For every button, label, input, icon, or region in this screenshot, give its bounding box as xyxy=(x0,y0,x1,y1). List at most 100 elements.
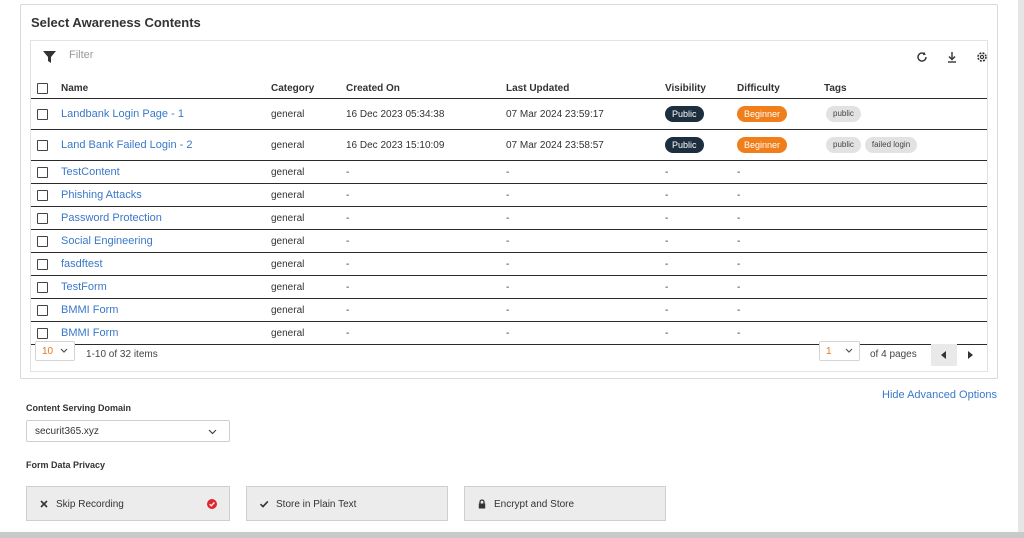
page-size-select[interactable]: 10 xyxy=(35,341,75,361)
table-row[interactable]: Landbank Login Page - 1 general 16 Dec 202… xyxy=(31,99,987,130)
chevron-down-icon xyxy=(845,348,853,353)
last-updated-cell: 07 Mar 2024 23:59:17 xyxy=(506,108,604,120)
scrollbar-track[interactable] xyxy=(1018,0,1024,538)
table-row[interactable]: TestContent general - - - - xyxy=(31,161,987,184)
difficulty-cell: - xyxy=(737,281,741,293)
column-category[interactable]: Category xyxy=(271,79,314,98)
created-on-cell: - xyxy=(346,212,350,224)
table-row[interactable]: TestForm general - - - - xyxy=(31,276,987,299)
content-name-link[interactable]: TestContent xyxy=(61,166,120,178)
tag-chip: failed login xyxy=(864,137,918,153)
row-checkbox[interactable] xyxy=(37,139,48,151)
row-checkbox[interactable] xyxy=(37,235,48,247)
download-icon[interactable] xyxy=(945,50,959,64)
row-checkbox[interactable] xyxy=(37,258,48,270)
content-name-link[interactable]: TestForm xyxy=(61,281,107,293)
grid-toolbar: Filter xyxy=(31,41,987,73)
difficulty-badge: Beginner xyxy=(737,137,788,153)
visibility-cell: - xyxy=(665,235,669,247)
table-row[interactable]: fasdftest general - - - - xyxy=(31,253,987,276)
skip-recording-option[interactable]: Skip Recording xyxy=(26,486,230,521)
settings-icon[interactable] xyxy=(975,50,989,64)
category-cell: general xyxy=(271,304,305,316)
content-name-link[interactable]: Landbank Login Page - 1 xyxy=(61,108,184,120)
category-cell: general xyxy=(271,166,305,178)
column-difficulty[interactable]: Difficulty xyxy=(737,79,780,98)
row-checkbox[interactable] xyxy=(37,189,48,201)
card-title: Select Awareness Contents xyxy=(31,15,201,30)
caret-left-icon xyxy=(941,351,946,359)
store-plain-text-label: Store in Plain Text xyxy=(276,499,357,510)
category-cell: general xyxy=(271,189,305,201)
table-row[interactable]: Password Protection general - - - - xyxy=(31,207,987,230)
row-checkbox[interactable] xyxy=(37,327,48,339)
encrypt-and-store-option[interactable]: Encrypt and Store xyxy=(464,486,666,521)
category-cell: general xyxy=(271,235,305,247)
visibility-cell: - xyxy=(665,327,669,339)
column-created-on[interactable]: Created On xyxy=(346,79,400,98)
serving-domain-select[interactable]: securit365.xyz xyxy=(26,420,230,442)
content-name-link[interactable]: Password Protection xyxy=(61,212,162,224)
difficulty-cell: - xyxy=(737,258,741,270)
table-row[interactable]: BMMI Form general - - - - xyxy=(31,299,987,322)
filter-input[interactable]: Filter xyxy=(69,49,93,61)
category-cell: general xyxy=(271,258,305,270)
hide-advanced-options-link[interactable]: Hide Advanced Options xyxy=(882,389,997,401)
category-cell: general xyxy=(271,139,305,151)
table-row[interactable]: Social Engineering general - - - - xyxy=(31,230,987,253)
content-name-link[interactable]: Social Engineering xyxy=(61,235,153,247)
content-name-link[interactable]: BMMI Form xyxy=(61,304,118,316)
last-updated-cell: - xyxy=(506,258,510,270)
store-plain-text-option[interactable]: Store in Plain Text xyxy=(246,486,448,521)
last-updated-cell: - xyxy=(506,212,510,224)
visibility-badge: Public xyxy=(665,106,704,122)
content-name-link[interactable]: Land Bank Failed Login - 2 xyxy=(61,139,192,151)
table-row[interactable]: Phishing Attacks general - - - - xyxy=(31,184,987,207)
prev-page-button[interactable] xyxy=(931,344,957,366)
row-checkbox[interactable] xyxy=(37,166,48,178)
visibility-cell: - xyxy=(665,304,669,316)
table-row[interactable]: Land Bank Failed Login - 2 general 16 Dec … xyxy=(31,130,987,161)
chevron-down-icon xyxy=(208,429,217,435)
refresh-icon[interactable] xyxy=(915,50,929,64)
total-pages-text: of 4 pages xyxy=(870,349,917,360)
awareness-contents-card: Select Awareness Contents Filter Name Ca… xyxy=(20,4,998,379)
check-icon xyxy=(259,500,269,508)
content-name-link[interactable]: fasdftest xyxy=(61,258,103,270)
column-name[interactable]: Name xyxy=(61,79,88,98)
next-page-button[interactable] xyxy=(958,344,984,366)
column-tags[interactable]: Tags xyxy=(824,79,847,98)
column-visibility[interactable]: Visibility xyxy=(665,79,706,98)
chevron-down-icon xyxy=(60,348,68,353)
created-on-cell: - xyxy=(346,189,350,201)
visibility-cell: - xyxy=(665,212,669,224)
created-on-cell: - xyxy=(346,258,350,270)
table-header: Name Category Created On Last Updated Vi… xyxy=(31,79,987,99)
row-checkbox[interactable] xyxy=(37,281,48,293)
select-all-checkbox[interactable] xyxy=(37,83,48,94)
difficulty-cell: - xyxy=(737,304,741,316)
row-checkbox[interactable] xyxy=(37,212,48,224)
difficulty-cell: - xyxy=(737,166,741,178)
last-updated-cell: 07 Mar 2024 23:58:57 xyxy=(506,139,604,151)
bottom-edge xyxy=(0,532,1024,538)
visibility-cell: - xyxy=(665,166,669,178)
row-checkbox[interactable] xyxy=(37,108,48,120)
page-number-select[interactable]: 1 xyxy=(819,341,860,361)
created-on-cell: 16 Dec 2023 15:10:09 xyxy=(346,139,445,151)
form-data-privacy-label: Form Data Privacy xyxy=(26,460,106,470)
difficulty-badge: Beginner xyxy=(737,106,788,122)
filter-icon[interactable] xyxy=(43,51,56,63)
difficulty-cell: - xyxy=(737,189,741,201)
content-name-link[interactable]: BMMI Form xyxy=(61,327,118,339)
category-cell: general xyxy=(271,212,305,224)
created-on-cell: - xyxy=(346,235,350,247)
created-on-cell: - xyxy=(346,281,350,293)
created-on-cell: - xyxy=(346,166,350,178)
selected-check-badge-icon xyxy=(207,499,217,509)
row-checkbox[interactable] xyxy=(37,304,48,316)
difficulty-cell: - xyxy=(737,327,741,339)
column-last-updated[interactable]: Last Updated xyxy=(506,79,569,98)
content-name-link[interactable]: Phishing Attacks xyxy=(61,189,142,201)
last-updated-cell: - xyxy=(506,235,510,247)
